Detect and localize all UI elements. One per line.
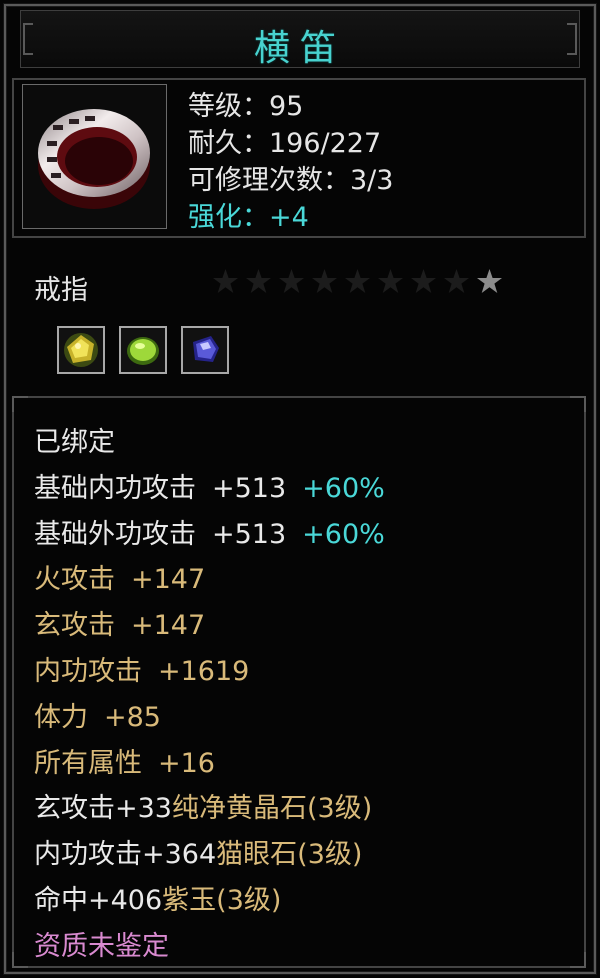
base-attribute-line: 基础外功攻击 +513 +60% <box>34 512 385 558</box>
cats-eye-gem-icon <box>127 337 159 365</box>
star-icon-empty <box>345 269 370 293</box>
star-icon-empty <box>378 269 403 293</box>
item-tooltip: 横笛 等级：95 耐久：196/227 可修理次数：3/3 强化：+4 戒指 已… <box>0 0 600 978</box>
bonus-stat-line: 内功攻击 +1619 <box>34 649 385 695</box>
stat-name: 玄攻击 <box>34 610 115 642</box>
attribute-value: +513 <box>212 472 287 504</box>
stat-value: +147 <box>131 564 206 596</box>
gem-name: 纯净黄晶石(3级) <box>171 793 373 825</box>
star-rating <box>212 268 503 295</box>
attribute-value: +513 <box>212 518 287 550</box>
title-bar: 横笛 <box>20 10 580 69</box>
stat-name: 所有属性 <box>34 747 142 779</box>
bonus-stat-line: 体力 +85 <box>34 695 385 741</box>
gem-slots <box>57 326 229 374</box>
stat-value: +147 <box>131 610 206 642</box>
item-stats: 等级：95 耐久：196/227 可修理次数：3/3 强化：+4 <box>188 88 393 236</box>
bonus-stat-line: 所有属性 +16 <box>34 741 385 787</box>
gem-effect-line: 内功攻击+364猫眼石(3级) <box>34 832 385 878</box>
durability-text: 耐久：196/227 <box>188 128 382 159</box>
gem-stat: 命中+406 <box>34 884 163 916</box>
star-icon-empty <box>279 269 304 293</box>
star-icon-empty <box>444 269 469 293</box>
star-icon-empty <box>246 269 271 293</box>
stat-name: 火攻击 <box>34 564 115 596</box>
ring-icon <box>38 109 150 209</box>
gem-effect-line: 玄攻击+33纯净黄晶石(3级) <box>34 786 385 832</box>
attribute-list: 已绑定 基础内功攻击 +513 +60% 基础外功攻击 +513 +60% 火攻击 +14… <box>34 420 385 970</box>
bonus-stat-line: 火攻击 +147 <box>34 557 385 603</box>
bonus-stat-line: 玄攻击 +147 <box>34 603 385 649</box>
attribute-bonus: +60% <box>302 518 385 550</box>
gem-slot-3[interactable] <box>181 326 229 374</box>
purple-jade-gem-icon <box>193 336 219 362</box>
gem-name: 紫玉(3级) <box>162 884 282 916</box>
corner-deco <box>570 396 586 412</box>
stat-value: +1619 <box>158 655 250 687</box>
gem-name: 猫眼石(3级) <box>216 839 363 871</box>
gem-slot-1[interactable] <box>57 326 105 374</box>
stat-value: +85 <box>104 701 161 733</box>
yellow-crystal-gem-icon <box>64 333 98 367</box>
star-icon-empty <box>213 269 238 293</box>
item-type: 戒指 <box>34 275 88 306</box>
repair-count-text: 可修理次数：3/3 <box>188 165 394 196</box>
star-icon-empty <box>312 269 337 293</box>
gem-stat: 内功攻击+364 <box>34 839 217 871</box>
star-icon-lit <box>477 269 502 293</box>
corner-deco <box>12 396 28 412</box>
attribute-name: 基础内功攻击 <box>34 472 196 504</box>
stat-value: +16 <box>158 747 215 779</box>
gem-stat: 玄攻击+33 <box>34 793 172 825</box>
base-attribute-line: 基础内功攻击 +513 +60% <box>34 466 385 512</box>
bound-status: 已绑定 <box>34 427 115 458</box>
level-text: 等级：95 <box>188 91 304 122</box>
attribute-name: 基础外功攻击 <box>34 518 196 550</box>
quality-status: 资质未鉴定 <box>34 930 169 962</box>
star-icon-empty <box>411 269 436 293</box>
stat-name: 体力 <box>34 701 88 733</box>
item-name: 横笛 <box>253 28 346 69</box>
stat-name: 内功攻击 <box>34 655 142 687</box>
gem-slot-2[interactable] <box>119 326 167 374</box>
gem-effect-line: 命中+406紫玉(3级) <box>34 878 385 924</box>
item-icon[interactable] <box>22 84 167 229</box>
corner-deco <box>570 952 586 968</box>
attribute-bonus: +60% <box>302 472 385 504</box>
enhance-text: 强化：+4 <box>188 202 309 233</box>
corner-deco <box>12 952 28 968</box>
